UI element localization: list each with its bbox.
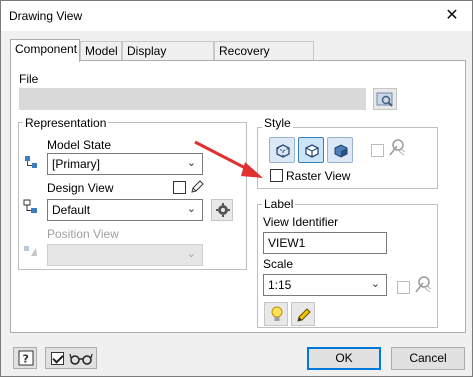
browse-file-button[interactable]: [373, 88, 397, 110]
position-view-icon: [23, 244, 39, 260]
style-title: Style: [262, 116, 293, 130]
model-state-icon: [23, 154, 39, 170]
hidden-line-button[interactable]: [269, 137, 295, 163]
view-identifier-label: View Identifier: [263, 215, 339, 229]
toggle-label-visibility-button[interactable]: [264, 302, 288, 326]
help-icon: ?: [18, 350, 34, 366]
hidden-line-icon: [274, 142, 292, 160]
representation-title: Representation: [23, 116, 109, 130]
model-state-select[interactable]: [Primary] ⌄: [47, 153, 203, 175]
chevron-down-icon: ⌄: [186, 203, 196, 215]
scale-value: 1:15: [268, 278, 292, 292]
view-identifier-input[interactable]: VIEW1: [263, 232, 387, 254]
edit-view-label-button[interactable]: [291, 302, 315, 326]
tab-display-options[interactable]: Display Options: [122, 41, 214, 76]
scale-label: Scale: [263, 257, 294, 271]
link-to-base-icon: [413, 274, 433, 294]
svg-text:?: ?: [23, 353, 29, 366]
hidden-line-removed-icon: [303, 142, 321, 160]
hidden-line-removed-button[interactable]: [298, 137, 324, 163]
model-state-value: [Primary]: [52, 157, 100, 171]
pencil-icon: [295, 306, 313, 324]
style-from-base-checkbox[interactable]: [371, 144, 384, 157]
ok-button[interactable]: OK: [307, 347, 381, 370]
model-state-label: Model State: [47, 138, 112, 152]
raster-view-checkbox[interactable]: [270, 169, 283, 182]
scale-select[interactable]: 1:15 ⌄: [263, 274, 387, 296]
raster-view-label: Raster View: [286, 169, 351, 183]
position-view-select[interactable]: ⌄: [47, 244, 203, 266]
drawing-view-dialog: Drawing View ✕ Component Model Display O…: [0, 0, 473, 377]
tab-component[interactable]: Component: [10, 39, 80, 62]
scale-from-base-checkbox[interactable]: [397, 281, 410, 294]
tab-bar: Component Model Display Options Recovery…: [10, 39, 466, 76]
shaded-icon: [332, 142, 350, 160]
lightbulb-icon: [269, 305, 285, 323]
show-preview-checkbox[interactable]: [51, 352, 64, 365]
show-preview-toggle[interactable]: [45, 347, 97, 369]
design-view-icon: [23, 198, 39, 216]
close-button[interactable]: ✕: [442, 6, 462, 26]
cancel-button[interactable]: Cancel: [391, 347, 465, 370]
tab-model[interactable]: Model: [80, 41, 122, 61]
chevron-down-icon: ⌄: [186, 248, 196, 260]
design-view-associative-checkbox[interactable]: [173, 181, 186, 194]
design-view-select[interactable]: Default ⌄: [47, 199, 203, 221]
tab-recovery-options[interactable]: Recovery Options: [214, 41, 314, 76]
browse-file-icon: [374, 89, 396, 109]
chevron-down-icon: ⌄: [370, 278, 380, 290]
file-path-field[interactable]: [19, 88, 366, 110]
position-view-label: Position View: [47, 227, 119, 241]
title-bar: Drawing View ✕: [1, 1, 472, 31]
help-button[interactable]: ?: [13, 347, 37, 369]
design-view-value: Default: [52, 203, 91, 217]
design-view-label: Design View: [47, 181, 114, 195]
link-to-base-icon: [387, 137, 407, 157]
annotation-arrow: [194, 140, 263, 178]
glasses-icon: [69, 353, 93, 365]
shaded-button[interactable]: [327, 137, 353, 163]
file-label: File: [19, 72, 39, 86]
window-title: Drawing View: [9, 9, 83, 23]
label-group-title: Label: [262, 197, 296, 211]
design-view-settings-button[interactable]: [211, 199, 233, 221]
gear-icon: [215, 202, 231, 218]
